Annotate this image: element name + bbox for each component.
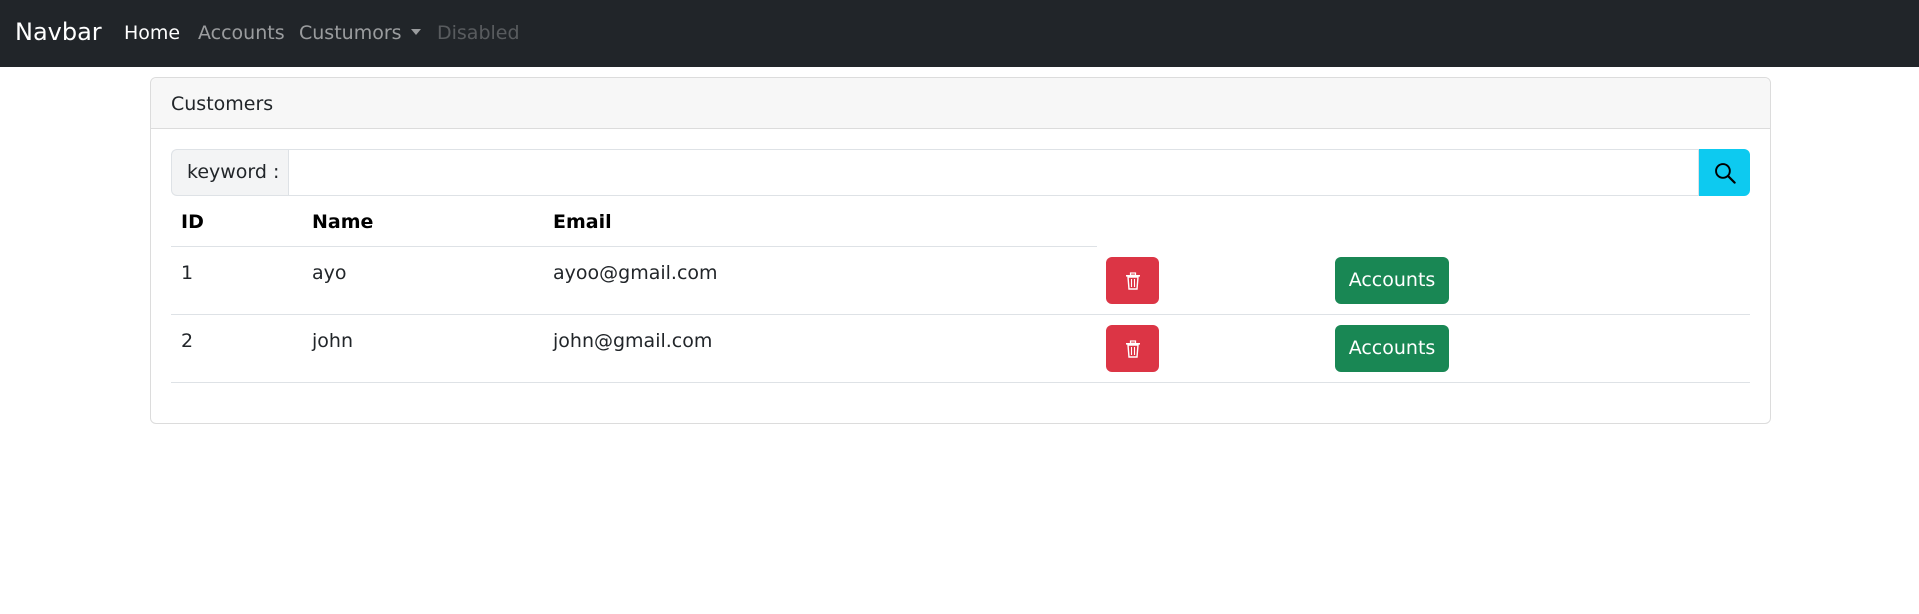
search-icon <box>1714 162 1736 184</box>
search-input-group: keyword : <box>171 149 1750 196</box>
keyword-label: keyword : <box>171 149 288 196</box>
row-email: john@gmail.com <box>553 330 713 352</box>
search-button[interactable] <box>1699 149 1750 196</box>
card-header: Customers <box>151 78 1770 129</box>
row-id: 1 <box>181 262 194 284</box>
column-header-id: ID <box>181 211 204 233</box>
navbar-brand[interactable]: Navbar <box>15 17 102 47</box>
row-name: ayo <box>312 262 347 284</box>
card-title: Customers <box>171 93 274 115</box>
row-divider <box>171 382 1750 383</box>
accounts-button[interactable]: Accounts <box>1335 257 1449 304</box>
nav-link-home[interactable]: Home <box>124 20 180 46</box>
nav-dropdown-customers[interactable]: Custumors <box>299 20 421 46</box>
trash-icon <box>1125 271 1140 290</box>
nav-dropdown-label: Custumors <box>299 22 402 44</box>
accounts-button[interactable]: Accounts <box>1335 325 1449 372</box>
caret-down-icon <box>410 29 421 35</box>
customers-card: Customers keyword : <box>150 77 1771 424</box>
trash-icon <box>1125 339 1140 358</box>
navbar: Navbar Home Accounts Custumors Disabled <box>0 0 1919 67</box>
row-name: john <box>312 330 353 352</box>
column-header-name: Name <box>312 211 374 233</box>
row-email: ayoo@gmail.com <box>553 262 718 284</box>
delete-button[interactable] <box>1106 325 1159 372</box>
nav-link-accounts[interactable]: Accounts <box>198 20 285 46</box>
row-id: 2 <box>181 330 194 352</box>
nav-link-disabled: Disabled <box>437 22 520 44</box>
header-divider <box>171 246 1097 247</box>
row-divider <box>171 314 1750 315</box>
keyword-input[interactable] <box>288 149 1699 196</box>
delete-button[interactable] <box>1106 257 1159 304</box>
column-header-email: Email <box>553 211 612 233</box>
